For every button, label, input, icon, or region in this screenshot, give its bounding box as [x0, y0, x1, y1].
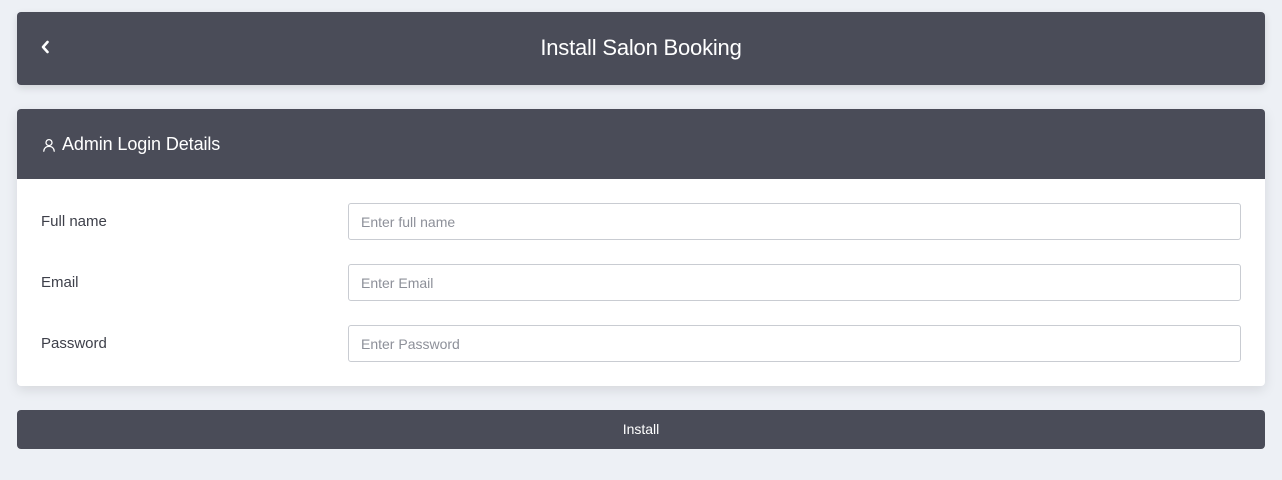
card-title: Admin Login Details [62, 133, 221, 154]
password-input[interactable] [348, 325, 1241, 362]
admin-login-card: Admin Login Details Full name Email Pass… [17, 109, 1265, 386]
page-header: Install Salon Booking [17, 12, 1265, 85]
full-name-label: Full name [41, 213, 107, 230]
card-header: Admin Login Details [17, 109, 1265, 179]
form-row-password: Password [17, 325, 1265, 363]
install-button[interactable]: Install [17, 410, 1265, 449]
form-row-email: Email [17, 264, 1265, 302]
password-label: Password [41, 335, 107, 352]
user-icon [42, 138, 56, 152]
full-name-input[interactable] [348, 203, 1241, 240]
page-title: Install Salon Booking [540, 35, 742, 60]
email-input[interactable] [348, 264, 1241, 301]
form-row-full-name: Full name [17, 203, 1265, 241]
email-label: Email [41, 274, 79, 291]
